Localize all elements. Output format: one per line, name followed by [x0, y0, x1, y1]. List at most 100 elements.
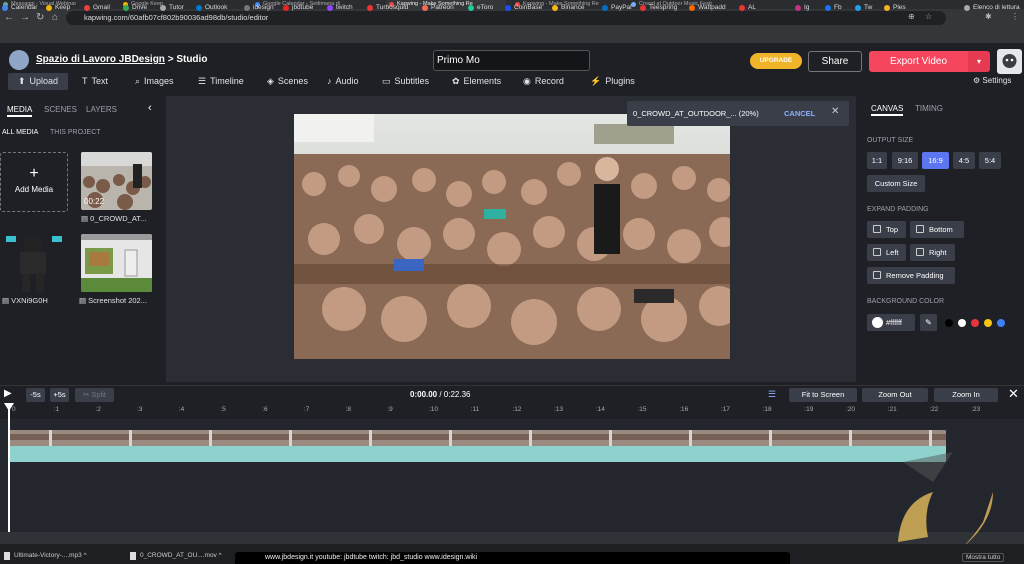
tool-audio[interactable]: ♪ Audio: [327, 73, 359, 90]
padding-bottom-checkbox[interactable]: Bottom: [910, 221, 964, 238]
chevron-left-icon[interactable]: ‹: [148, 102, 152, 114]
bookmark[interactable]: idesign: [244, 4, 274, 11]
ratio-1-1-button[interactable]: 1:1: [867, 152, 887, 169]
ratio-16-9-button[interactable]: 16:9: [922, 152, 949, 169]
bookmark[interactable]: Teespring: [640, 4, 677, 11]
split-button[interactable]: ✂ Split: [75, 388, 114, 402]
bookmark[interactable]: Fb: [825, 4, 842, 11]
swatch-blue[interactable]: [997, 319, 1005, 327]
export-video-button[interactable]: Export Video: [869, 51, 968, 72]
bookmark[interactable]: Ig: [795, 4, 809, 11]
ratio-4-5-button[interactable]: 4:5: [953, 152, 975, 169]
timeline-layers-icon[interactable]: ☰: [768, 389, 776, 400]
bookmark[interactable]: Outlook: [196, 4, 227, 11]
bookmark[interactable]: Ples: [884, 4, 906, 11]
subtab-this-project[interactable]: THIS PROJECT: [50, 129, 101, 136]
media-thumbnail-screenshot[interactable]: [81, 234, 152, 292]
chevron-down-icon[interactable]: ▾: [968, 51, 990, 72]
menu-icon[interactable]: ⋮: [1011, 12, 1019, 21]
swatch-red[interactable]: [971, 319, 979, 327]
bookmark[interactable]: CoinBase: [505, 4, 542, 11]
bookmark[interactable]: AL: [739, 4, 756, 11]
settings-button[interactable]: ⚙ Settings: [973, 76, 1011, 85]
subtab-all-media[interactable]: ALL MEDIA: [2, 129, 38, 136]
fit-to-screen-button[interactable]: Fit to Screen: [789, 388, 857, 402]
tool-text[interactable]: T Text: [82, 73, 108, 90]
checkbox-label: Remove Padding: [886, 271, 944, 280]
custom-size-button[interactable]: Custom Size: [867, 175, 925, 192]
reading-list[interactable]: Elenco di lettura: [964, 4, 1020, 11]
playhead[interactable]: [8, 404, 10, 532]
download-item[interactable]: 0_CROWD_AT_OU....mov ^: [130, 552, 222, 560]
forward-5s-button[interactable]: +5s: [50, 388, 69, 402]
bookmark[interactable]: Patreon: [422, 4, 454, 11]
ratio-5-4-button[interactable]: 5:4: [979, 152, 1001, 169]
address-bar[interactable]: kapwing.com/60afb07cf802b90036ad98db/stu…: [66, 11, 946, 25]
forward-icon[interactable]: →: [20, 12, 30, 23]
project-title-input[interactable]: [433, 50, 590, 71]
tab-layers[interactable]: LAYERS: [86, 105, 117, 114]
play-icon[interactable]: ▶: [4, 388, 12, 399]
add-media-button[interactable]: + Add Media: [0, 152, 68, 212]
bookmark[interactable]: Binance: [552, 4, 585, 11]
background-color-picker[interactable]: #ffffff: [867, 314, 915, 331]
reload-icon[interactable]: ↻: [36, 12, 44, 23]
tool-images[interactable]: ⌕ Images: [135, 73, 174, 90]
avatar[interactable]: [997, 49, 1022, 74]
back-icon[interactable]: ←: [4, 12, 14, 23]
close-icon[interactable]: ✕: [1008, 386, 1019, 402]
video-clip[interactable]: [9, 430, 946, 462]
ruler-tick: :11: [470, 406, 480, 413]
tool-timeline[interactable]: ☰ Timeline: [198, 73, 244, 90]
bookmark[interactable]: Gmail: [84, 4, 110, 11]
remove-padding-checkbox[interactable]: Remove Padding: [867, 267, 955, 284]
swatch-black[interactable]: [945, 319, 953, 327]
workspace-link[interactable]: Spazio di Lavoro JBDesign: [36, 54, 165, 65]
bookmark[interactable]: Tw: [855, 4, 872, 11]
padding-top-checkbox[interactable]: Top: [867, 221, 906, 238]
bookmark[interactable]: Turbosquid: [367, 4, 408, 11]
bookmark[interactable]: Tutor: [160, 4, 184, 11]
extensions-icon[interactable]: ✱: [985, 12, 992, 21]
kapwing-logo[interactable]: [9, 50, 29, 70]
tab-canvas[interactable]: CANVAS: [871, 104, 904, 116]
back-5s-button[interactable]: -5s: [26, 388, 45, 402]
timeline-scrollbar[interactable]: [0, 532, 1024, 544]
bookmark[interactable]: Wattpadd: [689, 4, 726, 11]
show-all-button[interactable]: Mostra tutto: [962, 553, 1005, 562]
bookmark[interactable]: eToro: [468, 4, 493, 11]
star-icon[interactable]: ☆: [925, 12, 932, 21]
tool-upload[interactable]: ⬆ Upload: [8, 73, 68, 90]
zoom-icon[interactable]: ⊕: [908, 12, 915, 21]
tool-elements[interactable]: ✿ Elements: [452, 73, 501, 90]
tool-plugins[interactable]: ⚡ Plugins: [590, 73, 635, 90]
upgrade-button[interactable]: UPGRADE: [750, 53, 802, 69]
share-button[interactable]: Share: [808, 51, 862, 72]
bookmark[interactable]: Drive: [123, 4, 147, 11]
tab-timing[interactable]: TIMING: [915, 104, 943, 113]
bookmark[interactable]: Keep: [46, 4, 70, 11]
zoom-in-button[interactable]: Zoom In: [934, 388, 998, 402]
tab-scenes[interactable]: SCENES: [44, 105, 77, 114]
download-item[interactable]: Ultimate-Victory-....mp3 ^: [4, 552, 87, 560]
bookmark[interactable]: PayPal: [602, 4, 632, 11]
ratio-9-16-button[interactable]: 9:16: [892, 152, 918, 169]
cancel-upload-button[interactable]: CANCEL: [784, 109, 815, 118]
padding-left-checkbox[interactable]: Left: [867, 244, 906, 261]
close-icon[interactable]: ✕: [831, 106, 839, 117]
padding-right-checkbox[interactable]: Right: [910, 244, 955, 261]
home-icon[interactable]: ⌂: [52, 12, 58, 23]
tab-media[interactable]: MEDIA: [7, 105, 33, 117]
eyedropper-icon[interactable]: ✎: [920, 314, 937, 331]
zoom-out-button[interactable]: Zoom Out: [862, 388, 928, 402]
swatch-yellow[interactable]: [984, 319, 992, 327]
media-thumbnail-robot[interactable]: [4, 232, 66, 294]
bookmark[interactable]: Calendar: [2, 4, 37, 11]
bookmark[interactable]: jbdtube: [283, 4, 313, 11]
tool-subtitles[interactable]: ▭ Subtitles: [382, 73, 429, 90]
bookmark[interactable]: twitch: [327, 4, 353, 11]
tool-record[interactable]: ◉ Record: [523, 73, 564, 90]
video-canvas[interactable]: [294, 114, 730, 359]
swatch-white[interactable]: [958, 319, 966, 327]
tool-scenes[interactable]: ◈ Scenes: [267, 73, 308, 90]
